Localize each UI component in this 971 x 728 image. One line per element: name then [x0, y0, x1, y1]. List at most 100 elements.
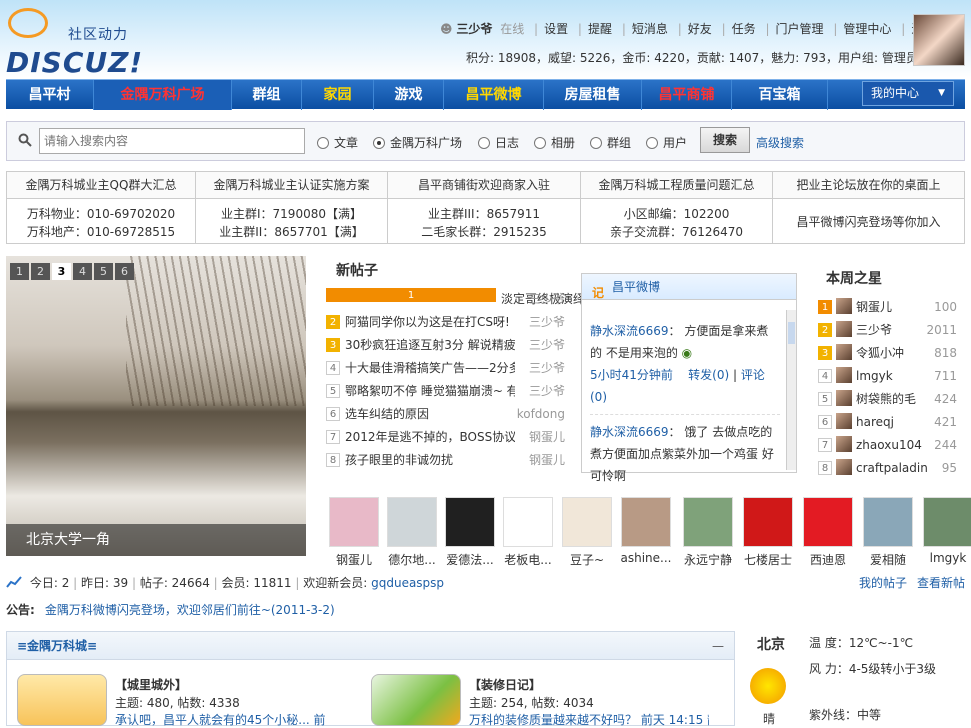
board-last-post[interactable]: 承认吧，昌平人就会有的45个小秘... 前 [115, 711, 355, 728]
weibo-user[interactable]: 静水深流6669 [590, 425, 669, 439]
member-name[interactable]: 老板电... [500, 551, 556, 568]
collapse-icon[interactable]: — [712, 632, 724, 660]
nav-groups[interactable]: 群组 [232, 80, 302, 110]
slide-caption[interactable]: 北京大学一角 [6, 524, 306, 556]
menu-friends[interactable]: 好友 [688, 20, 712, 37]
member-name[interactable]: 七楼居士 [740, 551, 796, 568]
radio-jinyu-vanke[interactable]: 金隅万科广场 [373, 134, 462, 151]
link-head[interactable]: 昌平商铺街欢迎商家入驻 [388, 172, 580, 199]
my-posts-link[interactable]: 我的帖子 [859, 576, 907, 590]
forum-section-title[interactable]: ≡金隅万科城≡ [17, 639, 97, 653]
member-name[interactable]: 钢蛋儿 [326, 551, 382, 568]
radio-user[interactable]: 用户 [646, 134, 687, 151]
my-center-dropdown[interactable]: 我的中心 ▼ [862, 81, 954, 106]
star-row[interactable]: 3 令狐小冲 818 [812, 342, 965, 365]
radio-group[interactable]: 群组 [590, 134, 631, 151]
member-item[interactable]: 永远宁静 [680, 497, 736, 568]
link-head[interactable]: 金隅万科城业主QQ群大汇总 [7, 172, 195, 199]
weibo-time[interactable]: 5小时41分钟前 [590, 368, 673, 382]
avatar[interactable] [836, 413, 852, 429]
avatar[interactable] [836, 321, 852, 337]
menu-portal-admin[interactable]: 门户管理 [776, 20, 824, 37]
list-item[interactable]: 7 2012年是逃不掉的，BOSS协议 钢蛋儿 [326, 426, 570, 449]
search-input[interactable] [39, 128, 305, 154]
weibo-header[interactable]: 记昌平微博 [582, 274, 796, 300]
nav-weibo[interactable]: 昌平微博 [444, 80, 544, 110]
menu-messages[interactable]: 短消息 [632, 20, 668, 37]
member-item[interactable]: lmgyk [920, 497, 971, 565]
member-item[interactable]: 西迪恩 [800, 497, 856, 568]
star-row[interactable]: 5 树袋熊的毛 424 [812, 388, 965, 411]
avatar[interactable] [743, 497, 793, 547]
list-item[interactable]: 6 选车纠结的原因 kofdong [326, 403, 570, 426]
username-link[interactable]: 三少爷 [456, 20, 492, 37]
menu-settings[interactable]: 设置 [544, 20, 568, 37]
member-name[interactable]: 爱相随 [860, 551, 916, 568]
announcement-link[interactable]: 金隅万科微博闪亮登场，欢迎邻居们前往~(2011-3-2) [45, 603, 335, 617]
board-decor[interactable]: 【装修日记】 主题: 254, 帖数: 4034 万科的装修质量越来越不好吗？ … [371, 674, 731, 728]
list-item[interactable]: 8 孩子眼里的非诚勿扰 钢蛋儿 [326, 449, 570, 472]
avatar[interactable] [836, 367, 852, 383]
nav-changpingcun[interactable]: 昌平村 [6, 80, 94, 110]
avatar[interactable] [836, 459, 852, 475]
radio-blog[interactable]: 日志 [478, 134, 519, 151]
member-item[interactable]: 老板电... [500, 497, 556, 568]
slide-page[interactable]: 6 [115, 263, 134, 280]
weibo-user[interactable]: 静水深流6669 [590, 324, 669, 338]
member-item[interactable]: 豆子~ [559, 497, 615, 568]
menu-tasks[interactable]: 任务 [732, 20, 756, 37]
menu-admin-center[interactable]: 管理中心 [843, 20, 891, 37]
star-row[interactable]: 2 三少爷 2011 [812, 319, 965, 342]
star-row[interactable]: 4 lmgyk 711 [812, 365, 965, 388]
nav-toolbox[interactable]: 百宝箱 [732, 80, 828, 110]
avatar[interactable] [445, 497, 495, 547]
view-new-posts-link[interactable]: 查看新帖 [917, 576, 965, 590]
advanced-search-link[interactable]: 高级搜索 [756, 134, 804, 151]
avatar[interactable] [836, 436, 852, 452]
link-head[interactable]: 金隅万科城业主认证实施方案 [196, 172, 387, 199]
board-title[interactable]: 【装修日记】 [469, 676, 541, 693]
member-item[interactable]: 德尔地... [384, 497, 440, 568]
nav-jinyu-vanke[interactable]: 金隅万科广场 [94, 80, 232, 110]
member-name[interactable]: ashine... [618, 551, 674, 565]
avatar[interactable] [836, 344, 852, 360]
board-city[interactable]: 【城里城外】 主题: 480, 帖数: 4338 承认吧，昌平人就会有的45个小… [17, 674, 357, 728]
member-item[interactable]: 钢蛋儿 [326, 497, 382, 568]
avatar[interactable] [329, 497, 379, 547]
link-head[interactable]: 把业主论坛放在你的桌面上 [773, 172, 964, 199]
member-name[interactable]: 西迪恩 [800, 551, 856, 568]
nav-games[interactable]: 游戏 [374, 80, 444, 110]
nav-home[interactable]: 家园 [302, 80, 374, 110]
member-name[interactable]: 永远宁静 [680, 551, 736, 568]
star-row[interactable]: 7 zhaoxu104 244 [812, 434, 965, 457]
avatar[interactable] [836, 298, 852, 314]
member-item[interactable]: 七楼居士 [740, 497, 796, 568]
weibo-scrollbar[interactable] [786, 310, 796, 470]
link-head[interactable]: 金隅万科城工程质量问题汇总 [581, 172, 772, 199]
nav-housing[interactable]: 房屋租售 [544, 80, 642, 110]
user-avatar[interactable] [913, 14, 965, 66]
avatar[interactable] [836, 390, 852, 406]
avatar[interactable] [503, 497, 553, 547]
board-title[interactable]: 【城里城外】 [115, 676, 187, 693]
board-icon[interactable] [371, 674, 461, 726]
online-status[interactable]: 在线 [500, 20, 524, 37]
avatar[interactable] [863, 497, 913, 547]
discuz-logo[interactable]: 社区动力 DISCUZ! [6, 8, 142, 79]
slide-page-active[interactable]: 3 [52, 263, 71, 280]
member-name[interactable]: 豆子~ [559, 551, 615, 568]
member-item[interactable]: ashine... [618, 497, 674, 565]
avatar[interactable] [621, 497, 671, 547]
board-last-post[interactable]: 万科的装修质量越来越不好吗？ 前天 14:15 静 [469, 711, 709, 728]
nav-shops[interactable]: 昌平商铺 [642, 80, 732, 110]
member-item[interactable]: 爱德法... [442, 497, 498, 568]
avatar[interactable] [387, 497, 437, 547]
member-name[interactable]: 德尔地... [384, 551, 440, 568]
search-button[interactable]: 搜索 [700, 127, 750, 153]
list-item[interactable]: 5 鄂略絮叨不停 睡觉猫猫崩溃~ 有三少爷 [326, 380, 570, 403]
weibo-forward-link[interactable]: 转发(0) [688, 368, 729, 382]
radio-article[interactable]: 文章 [317, 134, 358, 151]
list-item[interactable]: 3 30秒疯狂追逐互射3分 解说精疲 三少爷 [326, 334, 570, 357]
star-row[interactable]: 8 craftpaladin 95 [812, 457, 965, 480]
star-row[interactable]: 6 hareqj 421 [812, 411, 965, 434]
